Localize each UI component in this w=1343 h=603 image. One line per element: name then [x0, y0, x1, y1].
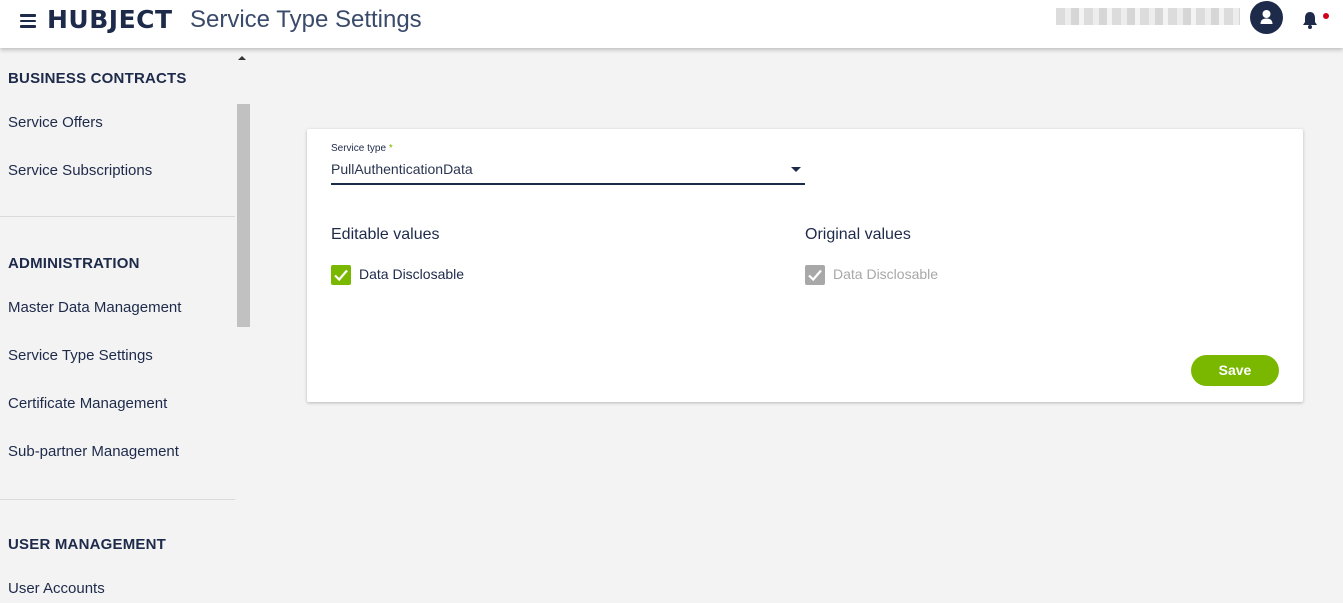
app-header: HUBJECT Service Type Settings [0, 0, 1343, 48]
service-type-selected-value: PullAuthenticationData [331, 161, 473, 177]
original-data-disclosable-label: Data Disclosable [833, 266, 939, 282]
hubject-logo[interactable]: HUBJECT [47, 5, 173, 34]
editable-values-title: Editable values [331, 226, 440, 243]
sidebar-nav: BUSINESS CONTRACTS Service Offers Servic… [0, 48, 235, 603]
service-type-label-text: Service type [331, 143, 387, 154]
hamburger-menu-icon[interactable] [20, 14, 36, 28]
sidebar-item-service-offers[interactable]: Service Offers [8, 114, 103, 131]
sidebar-section-business-contracts: BUSINESS CONTRACTS [8, 70, 187, 87]
sidebar-divider [0, 216, 235, 217]
original-values-title: Original values [805, 226, 911, 243]
scroll-up-arrow-icon[interactable] [238, 56, 246, 60]
sidebar-item-master-data-management[interactable]: Master Data Management [8, 299, 181, 316]
dropdown-arrow-icon[interactable] [791, 167, 801, 172]
check-icon [808, 269, 822, 282]
service-type-label: Service type * [331, 143, 393, 154]
service-type-select[interactable]: PullAuthenticationData [331, 157, 805, 185]
notification-bell-icon[interactable] [1300, 10, 1320, 30]
sidebar-item-service-subscriptions[interactable]: Service Subscriptions [8, 162, 152, 179]
required-marker: * [388, 143, 393, 154]
sidebar-section-user-management: USER MANAGEMENT [8, 536, 167, 553]
sidebar-divider [0, 499, 235, 500]
save-button[interactable]: Save [1191, 355, 1279, 386]
sidebar-item-sub-partner-management[interactable]: Sub-partner Management [8, 443, 179, 460]
notification-badge-dot [1323, 13, 1329, 19]
page-title: Service Type Settings [190, 6, 422, 33]
editable-data-disclosable-checkbox[interactable] [331, 265, 351, 285]
sidebar-item-certificate-management[interactable]: Certificate Management [8, 395, 167, 412]
sidebar-section-administration: ADMINISTRATION [8, 255, 140, 272]
editable-data-disclosable-label[interactable]: Data Disclosable [359, 266, 464, 282]
user-name-redacted [1056, 8, 1240, 25]
sidebar-item-service-type-settings[interactable]: Service Type Settings [8, 347, 153, 364]
sidebar-item-user-accounts[interactable]: User Accounts [8, 580, 105, 597]
service-type-settings-card: Service type * PullAuthenticationData Ed… [307, 129, 1303, 402]
sidebar-scrollbar-thumb[interactable] [237, 104, 250, 327]
check-icon [334, 269, 348, 282]
original-data-disclosable-checkbox [805, 265, 825, 285]
user-avatar-icon[interactable] [1250, 1, 1283, 34]
